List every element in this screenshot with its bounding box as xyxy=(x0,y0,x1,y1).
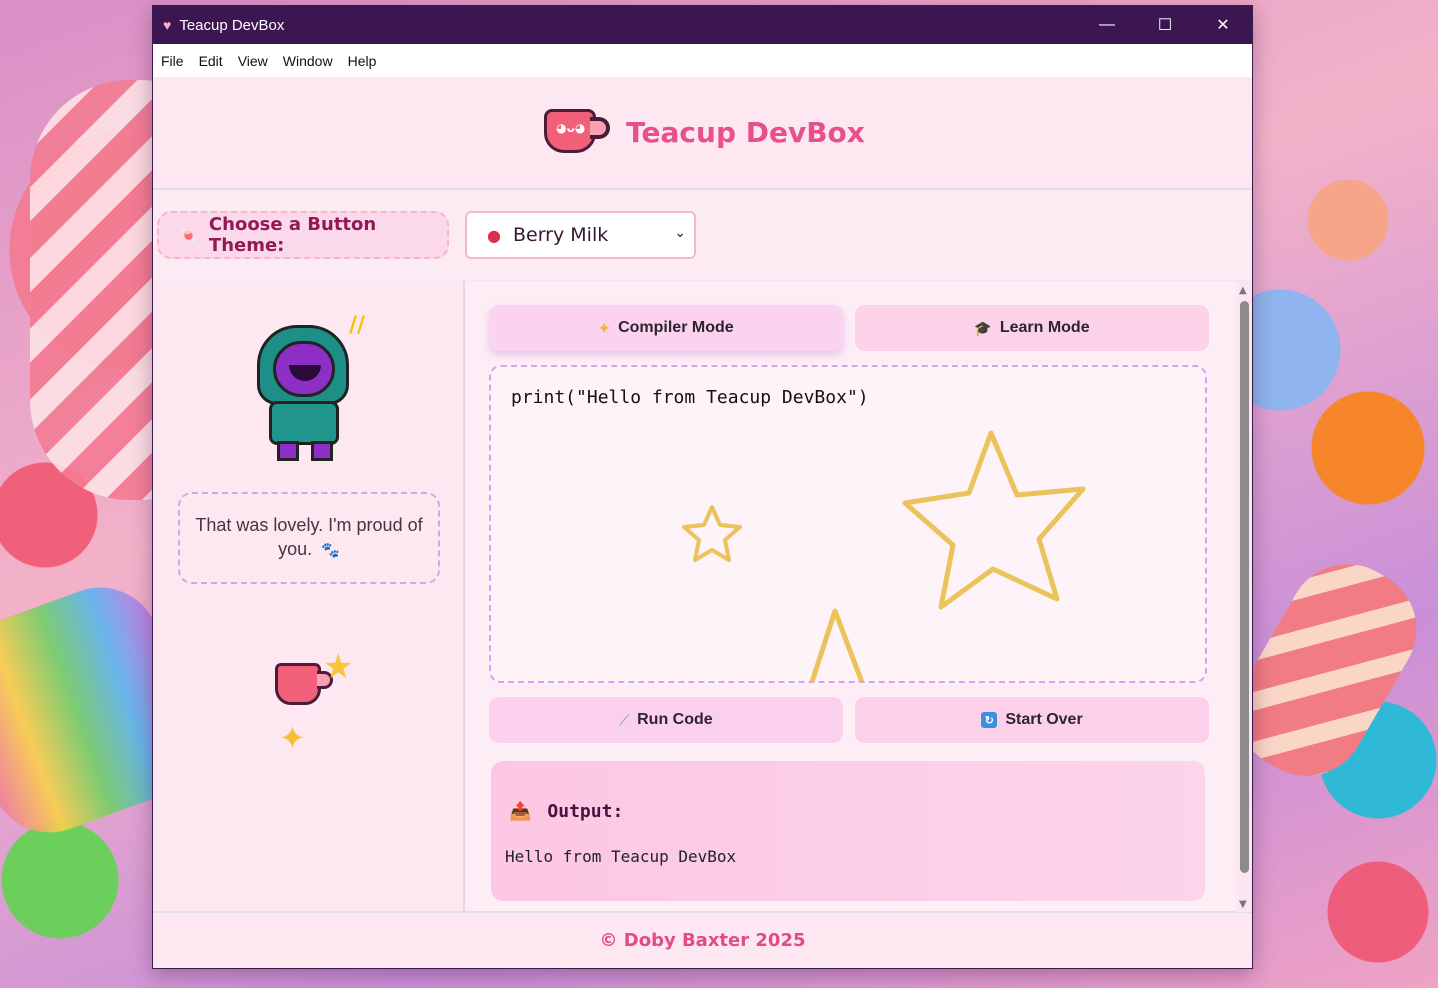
mode-tabs: ✦ Compiler Mode 🎓 Learn Mode xyxy=(489,305,1209,351)
window-title: Teacup DevBox xyxy=(179,16,285,34)
menu-view[interactable]: View xyxy=(237,53,276,69)
learn-mode-label: Learn Mode xyxy=(999,319,1090,336)
run-code-button[interactable]: ⟋ Run Code xyxy=(489,697,843,743)
outbox-icon: 📤 xyxy=(509,801,532,822)
scroll-up-icon[interactable]: ▲ xyxy=(1239,285,1247,296)
hooded-character-icon: // xyxy=(249,313,365,461)
compiler-mode-label: Compiler Mode xyxy=(618,319,734,336)
large-star-icon xyxy=(902,430,1086,610)
companion-message-text: That was lovely. I'm proud of you. xyxy=(195,515,423,559)
menu-edit[interactable]: Edit xyxy=(198,53,231,69)
compiler-mode-button[interactable]: ✦ Compiler Mode xyxy=(489,305,843,351)
small-star-icon xyxy=(682,505,742,562)
theme-select[interactable]: ● Berry Milk ⌄ xyxy=(465,211,696,259)
start-over-label: Start Over xyxy=(1005,711,1083,728)
app-header: ◕ᴗ◕ Teacup DevBox xyxy=(153,77,1252,190)
teacup-icon: ♥ xyxy=(163,17,172,33)
vertical-scrollbar[interactable]: ▲ ▼ xyxy=(1236,281,1252,912)
theme-label: 🍬 Choose a Button Theme: xyxy=(157,211,449,259)
main-content: // That was lovely. I'm proud of you. 🐾 … xyxy=(153,280,1252,912)
wand-icon: ⟋ xyxy=(619,711,630,728)
teacup-logo-icon: ◕ᴗ◕ xyxy=(540,105,611,161)
graduation-cap-icon: 🎓 xyxy=(974,319,992,336)
companion-message: That was lovely. I'm proud of you. 🐾 xyxy=(178,492,440,584)
companion-panel: // That was lovely. I'm proud of you. 🐾 … xyxy=(153,281,465,911)
start-over-button[interactable]: ↻ Start Over xyxy=(855,697,1209,743)
strawberry-icon: ● xyxy=(487,225,501,245)
learn-mode-button[interactable]: 🎓 Learn Mode xyxy=(855,305,1209,351)
footer: © Doby Baxter 2025 xyxy=(153,911,1252,968)
scroll-thumb[interactable] xyxy=(1240,301,1249,873)
code-editor[interactable]: print("Hello from Teacup DevBox") xyxy=(489,365,1207,683)
action-buttons: ⟋ Run Code ↻ Start Over xyxy=(489,697,1209,743)
menu-window[interactable]: Window xyxy=(282,53,341,69)
theme-row: 🍬 Choose a Button Theme: ● Berry Milk ⌄ xyxy=(153,190,1252,280)
output-title: Output: xyxy=(547,801,624,822)
footer-text: © Doby Baxter 2025 xyxy=(599,930,806,951)
chevron-down-icon: ⌄ xyxy=(674,225,686,241)
run-code-label: Run Code xyxy=(637,711,713,728)
candy-icon: 🍬 xyxy=(179,225,199,245)
output-text: Hello from Teacup DevBox xyxy=(505,847,737,866)
app-title: Teacup DevBox xyxy=(626,116,865,149)
partial-star-icon xyxy=(809,608,865,681)
refresh-icon: ↻ xyxy=(981,712,998,728)
theme-label-text: Choose a Button Theme: xyxy=(208,214,377,256)
close-button[interactable]: ✕ xyxy=(1194,6,1252,44)
sparkle-icon: ✦ xyxy=(598,319,611,336)
menu-file[interactable]: File xyxy=(160,53,192,69)
menu-help[interactable]: Help xyxy=(347,53,385,69)
editor-panel: ✦ Compiler Mode 🎓 Learn Mode print("Hell… xyxy=(465,281,1252,912)
output-header: 📤 Output: xyxy=(509,801,623,822)
paw-icon: 🐾 xyxy=(321,542,340,559)
title-bar: ♥ Teacup DevBox — ☐ ✕ xyxy=(153,6,1252,44)
scroll-down-icon[interactable]: ▼ xyxy=(1239,899,1247,910)
app-window: ♥ Teacup DevBox — ☐ ✕ File Edit View Win… xyxy=(152,5,1253,969)
theme-select-value: Berry Milk xyxy=(512,224,609,246)
menu-bar: File Edit View Window Help xyxy=(153,44,1252,77)
code-text: print("Hello from Teacup DevBox") xyxy=(511,387,869,408)
sparkles-icon: ✦ xyxy=(279,719,306,757)
output-panel: 📤 Output: Hello from Teacup DevBox xyxy=(491,761,1205,901)
maximize-button[interactable]: ☐ xyxy=(1136,6,1194,44)
teacup-star-icon: ★ xyxy=(273,647,363,723)
minimize-button[interactable]: — xyxy=(1078,6,1136,44)
star-decoration xyxy=(682,430,1086,681)
